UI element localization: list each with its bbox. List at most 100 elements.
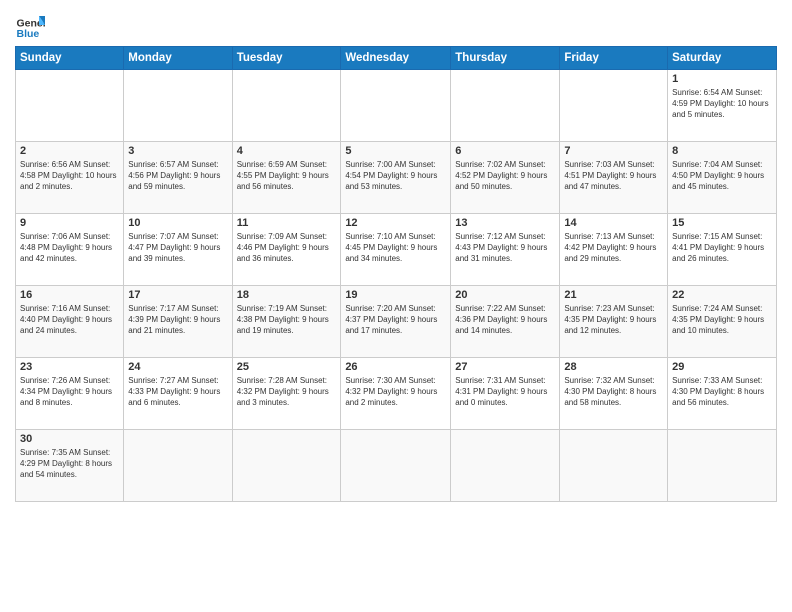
week-row-3: 9 Sunrise: 7:06 AM Sunset: 4:48 PM Daylig…	[16, 214, 777, 286]
day-number: 20	[455, 289, 555, 301]
day-info: Sunrise: 6:56 AM Sunset: 4:58 PM Dayligh…	[20, 159, 119, 193]
day-number: 13	[455, 217, 555, 229]
day-number: 12	[345, 217, 446, 229]
calendar-cell: 14 Sunrise: 7:13 AM Sunset: 4:42 PM Dayli…	[560, 214, 668, 286]
day-info: Sunrise: 7:02 AM Sunset: 4:52 PM Dayligh…	[455, 159, 555, 193]
day-number: 29	[672, 361, 772, 373]
calendar-cell	[232, 70, 341, 142]
calendar-cell: 17Sunrise: 7:17 AM Sunset: 4:39 PM Dayli…	[124, 286, 232, 358]
day-info: Sunrise: 7:06 AM Sunset: 4:48 PM Dayligh…	[20, 231, 119, 265]
calendar-cell: 3Sunrise: 6:57 AM Sunset: 4:56 PM Daylig…	[124, 142, 232, 214]
week-row-4: 16 Sunrise: 7:16 AM Sunset: 4:40 PM Dayli…	[16, 286, 777, 358]
day-number: 6	[455, 145, 555, 157]
day-number: 27	[455, 361, 555, 373]
day-info: Sunrise: 7:19 AM Sunset: 4:38 PM Dayligh…	[237, 303, 337, 337]
calendar-cell	[560, 430, 668, 502]
day-number: 8	[672, 145, 772, 157]
day-info: Sunrise: 7:12 AM Sunset: 4:43 PM Dayligh…	[455, 231, 555, 265]
calendar: SundayMondayTuesdayWednesdayThursdayFrid…	[15, 46, 777, 502]
logo-icon: General Blue	[15, 10, 45, 40]
day-info: Sunrise: 7:09 AM Sunset: 4:46 PM Dayligh…	[237, 231, 337, 265]
calendar-cell: 8 Sunrise: 7:04 AM Sunset: 4:50 PM Daylig…	[668, 142, 777, 214]
day-number: 11	[237, 217, 337, 229]
calendar-cell: 12Sunrise: 7:10 AM Sunset: 4:45 PM Dayli…	[341, 214, 451, 286]
day-number: 9	[20, 217, 119, 229]
day-number: 7	[564, 145, 663, 157]
day-number: 1	[672, 73, 772, 85]
day-info: Sunrise: 7:31 AM Sunset: 4:31 PM Dayligh…	[455, 375, 555, 409]
day-info: Sunrise: 7:03 AM Sunset: 4:51 PM Dayligh…	[564, 159, 663, 193]
weekday-friday: Friday	[560, 47, 668, 70]
calendar-cell: 11 Sunrise: 7:09 AM Sunset: 4:46 PM Dayli…	[232, 214, 341, 286]
day-number: 17	[128, 289, 227, 301]
week-row-5: 23Sunrise: 7:26 AM Sunset: 4:34 PM Dayli…	[16, 358, 777, 430]
calendar-cell: 4 Sunrise: 6:59 AM Sunset: 4:55 PM Daylig…	[232, 142, 341, 214]
calendar-cell	[451, 70, 560, 142]
calendar-cell	[560, 70, 668, 142]
calendar-cell: 2Sunrise: 6:56 AM Sunset: 4:58 PM Daylig…	[16, 142, 124, 214]
day-info: Sunrise: 7:16 AM Sunset: 4:40 PM Dayligh…	[20, 303, 119, 337]
calendar-cell: 26Sunrise: 7:30 AM Sunset: 4:32 PM Dayli…	[341, 358, 451, 430]
day-info: Sunrise: 7:24 AM Sunset: 4:35 PM Dayligh…	[672, 303, 772, 337]
calendar-cell: 9 Sunrise: 7:06 AM Sunset: 4:48 PM Daylig…	[16, 214, 124, 286]
day-info: Sunrise: 7:27 AM Sunset: 4:33 PM Dayligh…	[128, 375, 227, 409]
day-info: Sunrise: 7:00 AM Sunset: 4:54 PM Dayligh…	[345, 159, 446, 193]
day-number: 25	[237, 361, 337, 373]
calendar-cell: 24 Sunrise: 7:27 AM Sunset: 4:33 PM Dayli…	[124, 358, 232, 430]
day-number: 19	[345, 289, 446, 301]
calendar-cell	[124, 430, 232, 502]
day-number: 24	[128, 361, 227, 373]
day-number: 15	[672, 217, 772, 229]
calendar-cell	[341, 430, 451, 502]
calendar-cell: 25Sunrise: 7:28 AM Sunset: 4:32 PM Dayli…	[232, 358, 341, 430]
logo: General Blue	[15, 10, 45, 40]
calendar-cell: 7 Sunrise: 7:03 AM Sunset: 4:51 PM Daylig…	[560, 142, 668, 214]
day-info: Sunrise: 7:23 AM Sunset: 4:35 PM Dayligh…	[564, 303, 663, 337]
week-row-6: 30Sunrise: 7:35 AM Sunset: 4:29 PM Dayli…	[16, 430, 777, 502]
weekday-tuesday: Tuesday	[232, 47, 341, 70]
weekday-wednesday: Wednesday	[341, 47, 451, 70]
day-info: Sunrise: 6:57 AM Sunset: 4:56 PM Dayligh…	[128, 159, 227, 193]
calendar-cell: 22 Sunrise: 7:24 AM Sunset: 4:35 PM Dayli…	[668, 286, 777, 358]
day-number: 14	[564, 217, 663, 229]
week-row-2: 2Sunrise: 6:56 AM Sunset: 4:58 PM Daylig…	[16, 142, 777, 214]
day-info: Sunrise: 7:33 AM Sunset: 4:30 PM Dayligh…	[672, 375, 772, 409]
day-info: Sunrise: 6:59 AM Sunset: 4:55 PM Dayligh…	[237, 159, 337, 193]
day-number: 23	[20, 361, 119, 373]
calendar-cell: 13 Sunrise: 7:12 AM Sunset: 4:43 PM Dayli…	[451, 214, 560, 286]
day-number: 22	[672, 289, 772, 301]
day-info: Sunrise: 6:54 AM Sunset: 4:59 PM Dayligh…	[672, 87, 772, 121]
calendar-cell: 5Sunrise: 7:00 AM Sunset: 4:54 PM Daylig…	[341, 142, 451, 214]
day-info: Sunrise: 7:32 AM Sunset: 4:30 PM Dayligh…	[564, 375, 663, 409]
calendar-cell: 20 Sunrise: 7:22 AM Sunset: 4:36 PM Dayli…	[451, 286, 560, 358]
page: General Blue SundayMondayTuesdayWednesda…	[0, 0, 792, 612]
calendar-cell	[341, 70, 451, 142]
calendar-cell: 23Sunrise: 7:26 AM Sunset: 4:34 PM Dayli…	[16, 358, 124, 430]
day-number: 28	[564, 361, 663, 373]
calendar-cell	[668, 430, 777, 502]
calendar-cell: 28 Sunrise: 7:32 AM Sunset: 4:30 PM Dayli…	[560, 358, 668, 430]
day-info: Sunrise: 7:04 AM Sunset: 4:50 PM Dayligh…	[672, 159, 772, 193]
calendar-cell: 1 Sunrise: 6:54 AM Sunset: 4:59 PM Daylig…	[668, 70, 777, 142]
svg-text:Blue: Blue	[17, 28, 40, 40]
day-info: Sunrise: 7:22 AM Sunset: 4:36 PM Dayligh…	[455, 303, 555, 337]
weekday-header-row: SundayMondayTuesdayWednesdayThursdayFrid…	[16, 47, 777, 70]
day-info: Sunrise: 7:13 AM Sunset: 4:42 PM Dayligh…	[564, 231, 663, 265]
calendar-cell: 21 Sunrise: 7:23 AM Sunset: 4:35 PM Dayli…	[560, 286, 668, 358]
calendar-cell	[451, 430, 560, 502]
day-info: Sunrise: 7:07 AM Sunset: 4:47 PM Dayligh…	[128, 231, 227, 265]
calendar-cell: 10 Sunrise: 7:07 AM Sunset: 4:47 PM Dayli…	[124, 214, 232, 286]
day-number: 4	[237, 145, 337, 157]
calendar-cell: 19Sunrise: 7:20 AM Sunset: 4:37 PM Dayli…	[341, 286, 451, 358]
day-info: Sunrise: 7:30 AM Sunset: 4:32 PM Dayligh…	[345, 375, 446, 409]
day-number: 10	[128, 217, 227, 229]
day-number: 21	[564, 289, 663, 301]
calendar-cell: 16 Sunrise: 7:16 AM Sunset: 4:40 PM Dayli…	[16, 286, 124, 358]
weekday-sunday: Sunday	[16, 47, 124, 70]
calendar-cell: 27 Sunrise: 7:31 AM Sunset: 4:31 PM Dayli…	[451, 358, 560, 430]
day-number: 16	[20, 289, 119, 301]
day-info: Sunrise: 7:15 AM Sunset: 4:41 PM Dayligh…	[672, 231, 772, 265]
calendar-cell	[16, 70, 124, 142]
weekday-saturday: Saturday	[668, 47, 777, 70]
calendar-cell	[124, 70, 232, 142]
